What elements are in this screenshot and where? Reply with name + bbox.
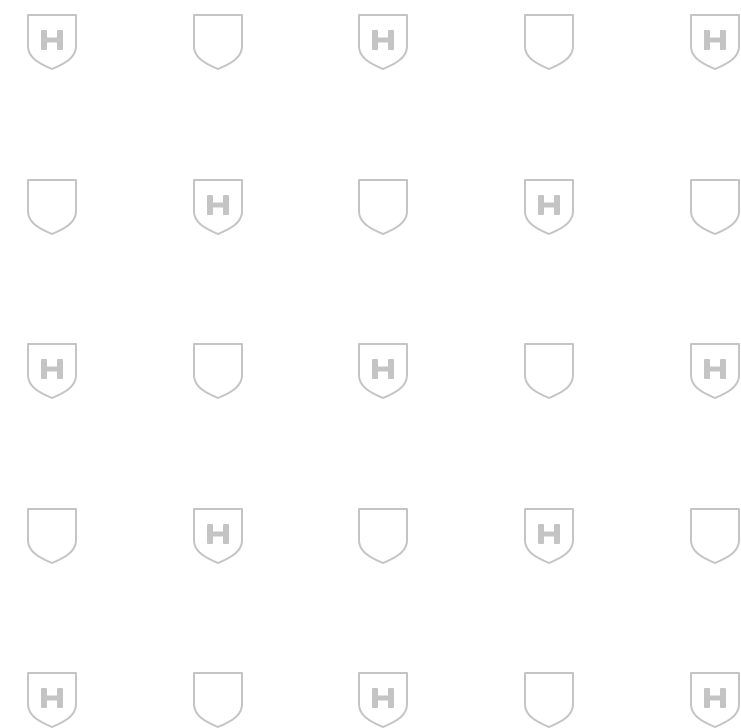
shield-icon [24, 175, 80, 235]
shield-h-icon [24, 10, 80, 70]
shield-icon [355, 504, 411, 564]
shield-h-icon [521, 175, 577, 235]
shield-h-icon [521, 504, 577, 564]
shield-icon [355, 175, 411, 235]
shield-icon [521, 339, 577, 399]
shield-icon [687, 504, 741, 564]
shield-h-icon [24, 339, 80, 399]
shield-h-icon [190, 504, 246, 564]
shield-icon [190, 10, 246, 70]
shield-h-icon [355, 10, 411, 70]
shield-h-icon [355, 668, 411, 728]
shield-icon [687, 175, 741, 235]
shield-icon [190, 339, 246, 399]
shield-icon [521, 10, 577, 70]
shield-h-icon [24, 668, 80, 728]
shield-h-icon [687, 339, 741, 399]
shield-h-icon [687, 668, 741, 728]
shield-h-icon [190, 175, 246, 235]
shield-pattern-grid [0, 0, 741, 728]
shield-h-icon [355, 339, 411, 399]
shield-icon [521, 668, 577, 728]
shield-h-icon [687, 10, 741, 70]
shield-icon [24, 504, 80, 564]
shield-icon [190, 668, 246, 728]
